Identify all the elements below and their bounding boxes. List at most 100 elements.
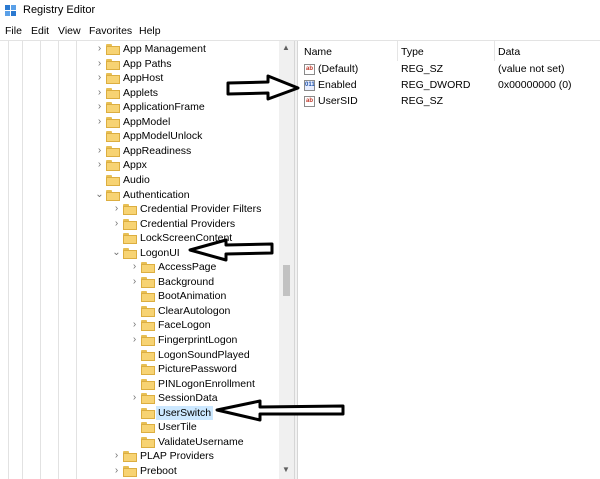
value-name: (Default) bbox=[318, 63, 359, 75]
dword-value-icon: 011 bbox=[304, 80, 315, 91]
value-row[interactable]: 011 Enabled REG_DWORD 0x00000000 (0) bbox=[298, 77, 600, 93]
tree-item-label: Applets bbox=[123, 86, 159, 99]
tree-item[interactable]: LockScreenContent bbox=[0, 231, 279, 245]
tree-item-label: SessionData bbox=[158, 392, 218, 405]
tree-item[interactable]: › Credential Provider Filters bbox=[0, 202, 279, 216]
tree-item-label: AppReadiness bbox=[123, 144, 192, 157]
column-separator[interactable] bbox=[494, 41, 495, 61]
menu-view[interactable]: View bbox=[58, 25, 81, 37]
column-header-type[interactable]: Type bbox=[401, 46, 424, 58]
tree-item[interactable]: ⌄ Authentication bbox=[0, 188, 279, 202]
expand-chevron-icon[interactable]: › bbox=[130, 333, 139, 347]
expand-chevron-icon[interactable]: › bbox=[95, 100, 104, 114]
tree-item[interactable]: › AppHost bbox=[0, 71, 279, 85]
tree-scrollbar[interactable]: ▲ ▼ bbox=[279, 41, 294, 479]
expand-chevron-icon[interactable]: › bbox=[130, 391, 139, 405]
folder-icon bbox=[123, 218, 137, 230]
tree-item[interactable]: › FingerprintLogon bbox=[0, 333, 279, 347]
tree-item[interactable]: ValidateUsername bbox=[0, 435, 279, 449]
folder-icon bbox=[123, 451, 137, 463]
expand-chevron-icon[interactable]: › bbox=[112, 464, 121, 478]
tree-item-label: BootAnimation bbox=[158, 290, 227, 303]
menu-edit[interactable]: Edit bbox=[31, 25, 49, 37]
regedit-icon bbox=[5, 5, 16, 16]
column-header-data[interactable]: Data bbox=[498, 46, 520, 58]
expand-chevron-icon[interactable]: › bbox=[95, 57, 104, 71]
tree-item[interactable]: ClearAutologon bbox=[0, 304, 279, 318]
scroll-up-icon[interactable]: ▲ bbox=[282, 43, 290, 52]
tree-item[interactable]: PicturePassword bbox=[0, 362, 279, 376]
folder-icon bbox=[141, 393, 155, 405]
expand-chevron-icon[interactable]: › bbox=[95, 144, 104, 158]
tree-item-label: Credential Providers bbox=[140, 217, 236, 230]
value-row[interactable]: ab UserSID REG_SZ bbox=[298, 93, 600, 109]
expand-chevron-icon[interactable]: › bbox=[130, 318, 139, 332]
scroll-down-icon[interactable]: ▼ bbox=[282, 465, 290, 474]
tree-item[interactable]: › ApplicationFrame bbox=[0, 100, 279, 114]
tree-item[interactable]: UserTile bbox=[0, 420, 279, 434]
tree-item-label: App Management bbox=[123, 43, 206, 55]
tree-item[interactable]: › Applets bbox=[0, 86, 279, 100]
folder-icon bbox=[123, 247, 137, 259]
tree-item[interactable]: › Appx bbox=[0, 158, 279, 172]
tree-item[interactable]: › SessionData bbox=[0, 391, 279, 405]
expand-chevron-icon[interactable]: › bbox=[95, 71, 104, 85]
tree-item[interactable]: › AppModel bbox=[0, 115, 279, 129]
tree-item[interactable]: AppModelUnlock bbox=[0, 129, 279, 143]
menu-favorites[interactable]: Favorites bbox=[89, 25, 132, 37]
expand-chevron-icon[interactable]: › bbox=[95, 158, 104, 172]
menu-file[interactable]: File bbox=[5, 25, 22, 37]
title-bar: Registry Editor bbox=[0, 0, 600, 22]
expand-chevron-icon[interactable]: › bbox=[95, 42, 104, 56]
folder-icon bbox=[106, 131, 120, 143]
tree-item[interactable]: › Credential Providers bbox=[0, 217, 279, 231]
tree-item[interactable]: › Background bbox=[0, 275, 279, 289]
folder-icon bbox=[106, 102, 120, 114]
expand-chevron-icon[interactable]: › bbox=[95, 86, 104, 100]
value-type: REG_SZ bbox=[401, 63, 444, 75]
folder-icon bbox=[106, 189, 120, 201]
tree-item[interactable]: › App Paths bbox=[0, 57, 279, 71]
column-separator[interactable] bbox=[397, 41, 398, 61]
tree-item[interactable]: › Preboot bbox=[0, 464, 279, 478]
key-tree: › App Management › App Paths › AppHost › Applet… bbox=[0, 41, 296, 479]
tree-item[interactable]: ⌄ LogonUI bbox=[0, 246, 279, 260]
tree-item-label: Background bbox=[158, 275, 215, 288]
tree-item[interactable]: PINLogonEnrollment bbox=[0, 377, 279, 391]
tree-item[interactable]: Audio bbox=[0, 173, 279, 187]
tree-item[interactable]: BootAnimation bbox=[0, 289, 279, 303]
tree-item[interactable]: › App Management bbox=[0, 42, 279, 56]
tree-item-label: PicturePassword bbox=[158, 363, 237, 376]
expand-chevron-icon[interactable]: › bbox=[112, 202, 121, 216]
tree-item-label: Authentication bbox=[123, 188, 190, 201]
tree-item-label: App Paths bbox=[123, 57, 172, 70]
tree-item-label: AppModelUnlock bbox=[123, 130, 203, 143]
expand-chevron-icon[interactable]: › bbox=[112, 449, 121, 463]
expand-chevron-icon[interactable]: › bbox=[112, 217, 121, 231]
collapse-chevron-icon[interactable]: ⌄ bbox=[112, 246, 121, 260]
folder-icon bbox=[141, 276, 155, 288]
tree-item-label: UserSwitch bbox=[156, 405, 214, 420]
string-value-icon: ab bbox=[304, 96, 315, 107]
tree-item[interactable]: UserSwitch bbox=[0, 405, 279, 420]
tree-item[interactable]: › PLAP Providers bbox=[0, 449, 279, 463]
tree-item-label: FaceLogon bbox=[158, 319, 211, 332]
tree-item[interactable]: › AppReadiness bbox=[0, 144, 279, 158]
folder-icon bbox=[106, 160, 120, 172]
tree-item[interactable]: › FaceLogon bbox=[0, 318, 279, 332]
scrollbar-thumb[interactable] bbox=[283, 265, 290, 296]
tree-item[interactable]: LogonSoundPlayed bbox=[0, 348, 279, 362]
expand-chevron-icon[interactable]: › bbox=[95, 115, 104, 129]
tree-item-label: ClearAutologon bbox=[158, 304, 231, 317]
expand-chevron-icon[interactable]: › bbox=[130, 260, 139, 274]
value-data: (value not set) bbox=[498, 63, 565, 75]
tree-item[interactable]: › AccessPage bbox=[0, 260, 279, 274]
folder-icon bbox=[141, 378, 155, 390]
column-header-name[interactable]: Name bbox=[304, 46, 332, 58]
menu-bar: File Edit View Favorites Help bbox=[0, 22, 600, 40]
collapse-chevron-icon[interactable]: ⌄ bbox=[95, 188, 104, 202]
menu-help[interactable]: Help bbox=[139, 25, 161, 37]
expand-chevron-icon[interactable]: › bbox=[130, 275, 139, 289]
tree-item-label: LogonSoundPlayed bbox=[158, 348, 250, 361]
value-row[interactable]: ab (Default) REG_SZ (value not set) bbox=[298, 61, 600, 77]
